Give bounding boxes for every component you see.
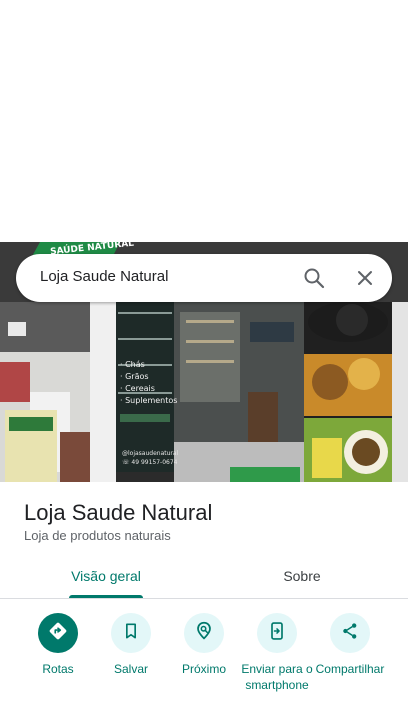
send-to-phone-icon (267, 621, 287, 646)
window-list-item: · Grãos (120, 372, 149, 381)
tab-selected-indicator (69, 595, 143, 598)
window-list-item: · Cereais (120, 384, 155, 393)
send-to-phone-button[interactable]: Enviar para o smartphone (237, 613, 317, 693)
map-blank-area (0, 0, 408, 242)
window-list-item: · Suplementos (120, 396, 178, 405)
place-title: Loja Saude Natural (24, 500, 213, 525)
directions-icon (47, 620, 69, 647)
save-label: Salvar (113, 662, 148, 676)
nearby-button-circle[interactable] (184, 613, 224, 653)
tab-about[interactable]: Sobre (252, 554, 352, 598)
send-to-phone-label: Enviar para o smartphone (241, 662, 313, 692)
close-icon[interactable] (353, 266, 377, 290)
nearby-icon (193, 620, 215, 647)
window-contact-line: ☏ 49 99157-0674 (122, 459, 178, 466)
directions-button-circle[interactable] (38, 613, 78, 653)
directions-label: Rotas (42, 662, 74, 676)
directions-button[interactable]: Rotas (18, 613, 98, 677)
window-contact-line: @lojasaudenatural (122, 450, 179, 457)
nearby-label: Próximo (181, 662, 226, 676)
place-tabs: Visão geral Sobre (0, 554, 408, 599)
send-to-phone-button-circle[interactable] (257, 613, 297, 653)
search-input[interactable]: Loja Saude Natural (40, 268, 168, 285)
share-icon (340, 621, 360, 646)
save-button[interactable]: Salvar (91, 613, 171, 677)
window-product-list: · Chás · Grãos · Cereais · Suplementos (120, 359, 177, 407)
nearby-button[interactable]: Próximo (164, 613, 244, 677)
search-icon[interactable] (302, 266, 326, 290)
tab-overview[interactable]: Visão geral (56, 554, 156, 598)
save-button-circle[interactable] (111, 613, 151, 653)
share-label: Compartilhar (315, 662, 385, 676)
bookmark-icon (121, 621, 141, 646)
place-category: Loja de produtos naturais (24, 528, 171, 543)
share-button[interactable]: Compartilhar (310, 613, 390, 677)
share-button-circle[interactable] (330, 613, 370, 653)
search-bar[interactable]: Loja Saude Natural (16, 254, 392, 302)
window-list-item: · Chás (120, 360, 145, 369)
window-contact: @lojasaudenatural ☏ 49 99157-0674 (122, 449, 178, 467)
